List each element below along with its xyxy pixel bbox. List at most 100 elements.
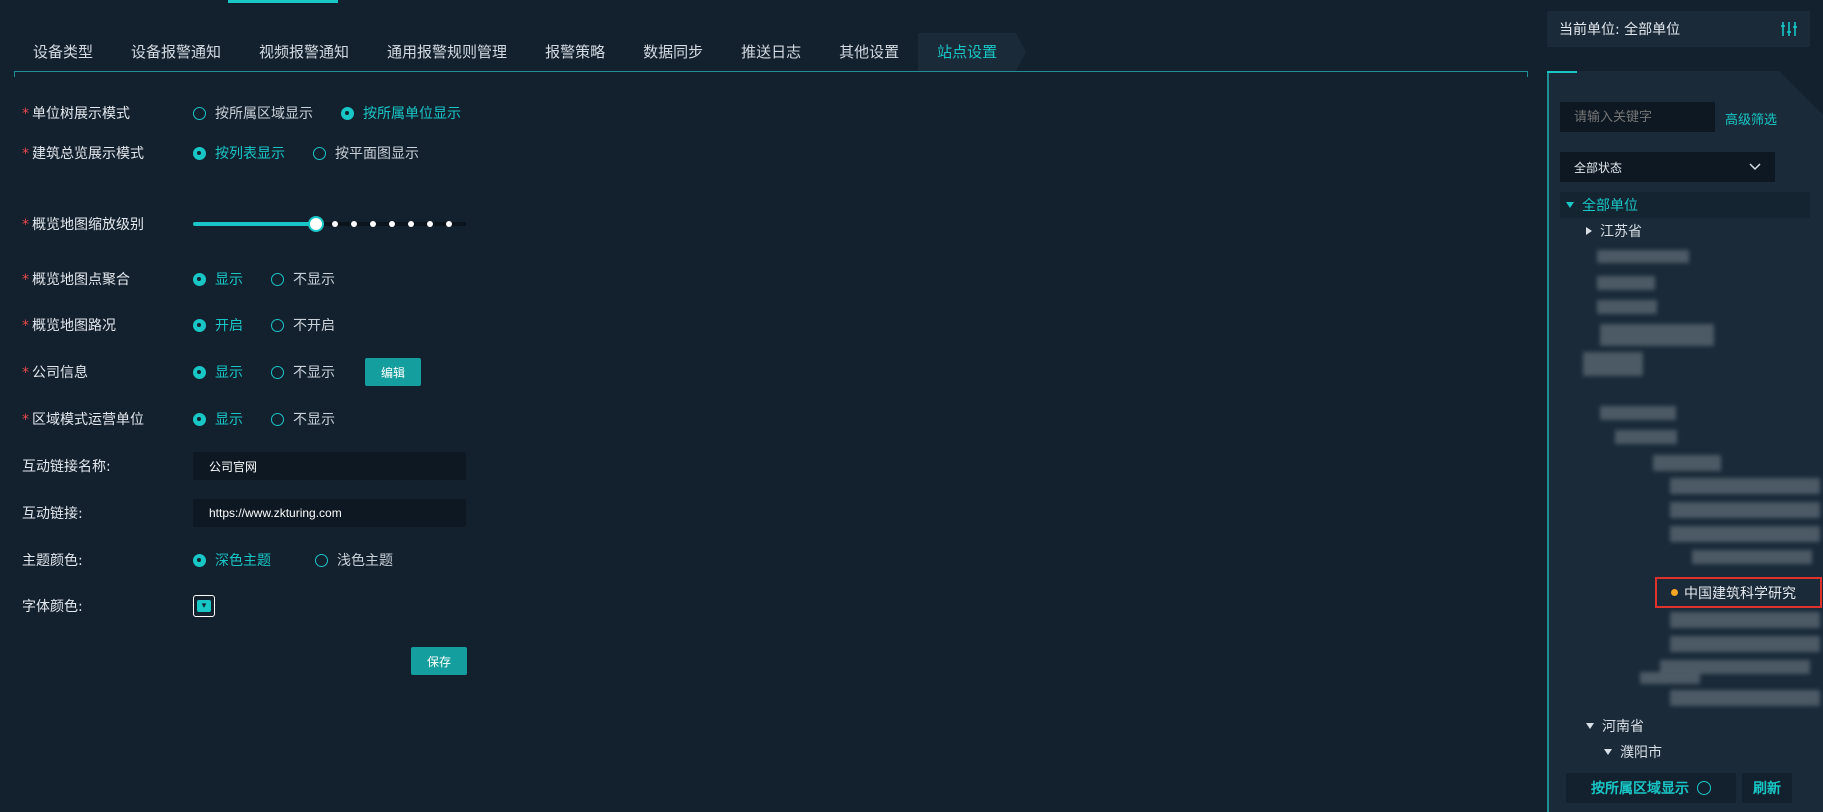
radio-operator-hide[interactable]: 不显示 bbox=[271, 409, 335, 429]
label-company-info: * 公司信息 bbox=[22, 365, 88, 381]
row-cluster: * 概览地图点聚合 显示 不显示 bbox=[22, 264, 363, 294]
radio-light-theme[interactable]: 浅色主题 bbox=[315, 550, 393, 570]
radio-company-hide[interactable]: 不显示 bbox=[271, 362, 335, 382]
filter-settings-icon[interactable] bbox=[1780, 20, 1798, 38]
tab-push-log[interactable]: 推送日志 bbox=[722, 33, 820, 71]
tab-device-type[interactable]: 设备类型 bbox=[14, 33, 112, 71]
redacted-tree-item bbox=[1597, 276, 1655, 290]
radio-dot bbox=[341, 106, 354, 120]
caret-right-icon bbox=[1586, 227, 1592, 235]
edit-company-button[interactable]: 编辑 bbox=[365, 358, 421, 386]
slider-tick bbox=[370, 221, 376, 227]
redacted-tree-item bbox=[1600, 406, 1676, 420]
slider-tick bbox=[446, 221, 452, 227]
radio-dot bbox=[193, 146, 206, 160]
save-button[interactable]: 保存 bbox=[411, 647, 467, 675]
advanced-filter-link[interactable]: 高级筛选 bbox=[1725, 109, 1777, 128]
status-select[interactable]: 全部状态 bbox=[1560, 152, 1775, 182]
slider-tick bbox=[332, 221, 338, 227]
row-font-color: 字体颜色: ▾ bbox=[22, 591, 215, 621]
radio-cluster-show[interactable]: 显示 bbox=[193, 269, 243, 289]
redacted-tree-item bbox=[1670, 502, 1820, 518]
radio-dot bbox=[193, 106, 206, 120]
display-by-region-button[interactable]: 按所属区域显示 bbox=[1566, 773, 1736, 803]
radio-by-region[interactable]: 按所属区域显示 bbox=[193, 103, 313, 123]
radio-company-show[interactable]: 显示 bbox=[193, 362, 243, 382]
radio-dot bbox=[193, 412, 206, 426]
font-color-picker[interactable]: ▾ bbox=[193, 595, 215, 617]
tab-other-settings[interactable]: 其他设置 bbox=[820, 33, 918, 71]
tab-video-alarm-notice[interactable]: 视频报警通知 bbox=[240, 33, 368, 71]
tab-data-sync[interactable]: 数据同步 bbox=[624, 33, 722, 71]
redacted-tree-item bbox=[1670, 478, 1820, 494]
link-name-input[interactable] bbox=[193, 452, 466, 480]
radio-dot bbox=[193, 553, 206, 567]
slider-tick bbox=[408, 221, 414, 227]
redacted-tree-item bbox=[1670, 526, 1820, 542]
label-cluster: * 概览地图点聚合 bbox=[22, 272, 130, 288]
radio-dark-theme[interactable]: 深色主题 bbox=[193, 550, 271, 570]
tab-alarm-rule-management[interactable]: 通用报警规则管理 bbox=[368, 33, 526, 71]
radio-traffic-off[interactable]: 不开启 bbox=[271, 315, 335, 335]
tree-bottom-bar: 按所属区域显示 刷新 bbox=[1566, 773, 1792, 803]
radio-dot bbox=[193, 272, 206, 286]
radio-cluster-hide[interactable]: 不显示 bbox=[271, 269, 335, 289]
label-building-mode: * 建筑总览展示模式 bbox=[22, 146, 144, 162]
slider-tick bbox=[427, 221, 433, 227]
radio-dot bbox=[313, 146, 326, 160]
label-traffic: * 概览地图路况 bbox=[22, 318, 116, 334]
label-link-url: 互动链接: bbox=[22, 506, 83, 522]
redacted-tree-item bbox=[1600, 324, 1714, 346]
tab-site-settings[interactable]: 站点设置 bbox=[918, 33, 1027, 71]
slider-handle[interactable] bbox=[308, 216, 324, 232]
slider-fill bbox=[193, 222, 316, 226]
label-font-color: 字体颜色: bbox=[22, 599, 83, 615]
keyword-search-input[interactable] bbox=[1560, 102, 1715, 132]
row-region-operator: * 区域模式运营单位 显示 不显示 bbox=[22, 404, 363, 434]
radio-dot bbox=[271, 318, 284, 332]
panel-accent bbox=[1547, 71, 1577, 73]
radio-operator-show[interactable]: 显示 bbox=[193, 409, 243, 429]
link-url-input[interactable] bbox=[193, 499, 466, 527]
redacted-tree-item bbox=[1692, 550, 1812, 564]
caret-down-icon bbox=[1586, 723, 1594, 729]
current-unit-bar: 当前单位: 全部单位 bbox=[1547, 11, 1810, 47]
radio-by-floorplan[interactable]: 按平面图显示 bbox=[313, 143, 419, 163]
row-link-name: 互动链接名称: bbox=[22, 451, 466, 481]
tabs-divider bbox=[14, 71, 1528, 77]
radio-by-list[interactable]: 按列表显示 bbox=[193, 143, 285, 163]
row-zoom-level: * 概览地图缩放级别 bbox=[22, 209, 466, 239]
redacted-tree-item bbox=[1670, 690, 1820, 706]
status-dot bbox=[1671, 589, 1678, 596]
redacted-tree-item bbox=[1640, 672, 1700, 684]
radio-dot bbox=[315, 553, 328, 567]
radio-dot bbox=[271, 412, 284, 426]
redacted-tree-item bbox=[1583, 352, 1643, 376]
tree-node-highlighted-unit[interactable]: 中国建筑科学研究 bbox=[1655, 577, 1822, 608]
tab-device-alarm-notice[interactable]: 设备报警通知 bbox=[112, 33, 240, 71]
redacted-tree-item bbox=[1597, 300, 1657, 314]
radio-dot bbox=[271, 272, 284, 286]
label-region-operator: * 区域模式运营单位 bbox=[22, 412, 144, 428]
current-unit-label: 当前单位: 全部单位 bbox=[1559, 22, 1681, 38]
tree-node-jiangsu[interactable]: 江苏省 bbox=[1586, 221, 1642, 241]
top-accent-bar bbox=[228, 0, 338, 3]
tab-alarm-strategy[interactable]: 报警策略 bbox=[526, 33, 624, 71]
radio-traffic-on[interactable]: 开启 bbox=[193, 315, 243, 335]
caret-down-icon bbox=[1604, 749, 1612, 755]
row-theme: 主题颜色: 深色主题 浅色主题 bbox=[22, 545, 421, 575]
tree-node-puyang[interactable]: 濮阳市 bbox=[1604, 742, 1662, 762]
redacted-tree-item bbox=[1615, 430, 1677, 444]
tree-root-all-units[interactable]: 全部单位 bbox=[1560, 192, 1810, 218]
status-select-value: 全部状态 bbox=[1574, 160, 1623, 175]
refresh-button[interactable]: 刷新 bbox=[1742, 773, 1792, 803]
chevron-down-icon bbox=[1749, 163, 1761, 171]
redacted-tree-item bbox=[1670, 612, 1820, 628]
redacted-tree-item bbox=[1597, 250, 1689, 263]
radio-dot bbox=[271, 365, 284, 379]
zoom-level-slider[interactable] bbox=[193, 216, 466, 232]
bell-icon bbox=[1697, 781, 1711, 795]
radio-by-unit[interactable]: 按所属单位显示 bbox=[341, 103, 461, 123]
tree-node-henan[interactable]: 河南省 bbox=[1586, 716, 1644, 736]
label-tree-mode: * 单位树展示模式 bbox=[22, 106, 130, 122]
